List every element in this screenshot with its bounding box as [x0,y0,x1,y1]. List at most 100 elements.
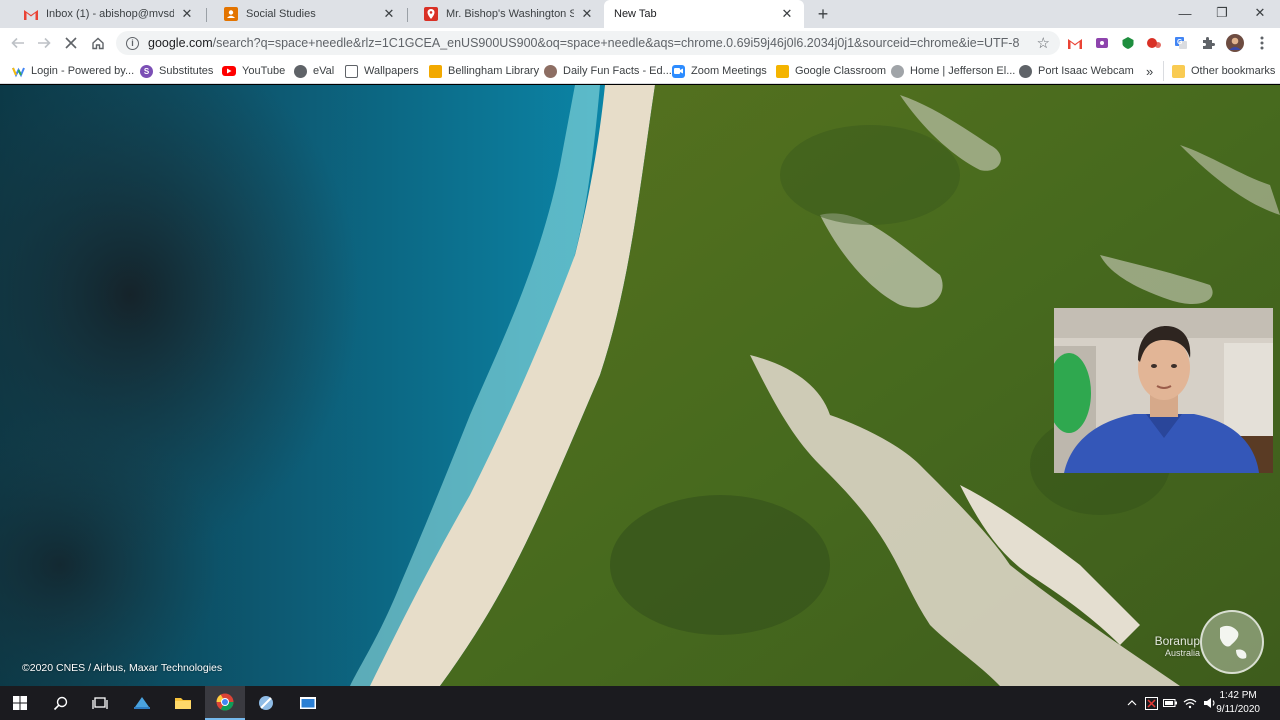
folder-icon [1172,64,1185,78]
task-view-button[interactable] [80,686,120,720]
bookmark-daily-fun-facts[interactable]: Daily Fun Facts - Ed... [544,63,672,79]
minimize-button[interactable]: — [1166,0,1204,26]
chrome-icon [216,693,234,711]
other-bookmarks-label: Other bookmarks [1191,65,1276,77]
url-text[interactable]: google.com/search?q=space+needle&rlz=1C1… [148,36,1060,50]
extension-green-icon[interactable] [1120,35,1136,51]
tab-washington-map[interactable]: Mr. Bishop's Washington State Map ✕ [408,0,604,28]
stop-button[interactable] [61,33,81,53]
address-bar[interactable]: i google.com/search?q=space+needle&rlz=1… [116,31,1060,55]
tab-close-icon[interactable]: ✕ [180,7,194,21]
globe-icon [294,64,307,78]
windows-icon [13,696,27,710]
school-icon [891,64,904,78]
bookmark-zoom-meetings[interactable]: Zoom Meetings [672,63,767,79]
new-tab-button[interactable]: + [813,4,833,24]
location-label[interactable]: Boranup Australia [1155,634,1200,658]
folder-icon [175,698,191,709]
gmail-extension-icon[interactable] [1067,35,1083,51]
browser-toolbar: i google.com/search?q=space+needle&rlz=1… [0,28,1280,58]
bookmark-label: Google Classroom [795,65,887,77]
bookmark-label: Zoom Meetings [691,65,767,77]
browser-menu-icon[interactable] [1254,35,1270,51]
maximize-button[interactable]: ❐ [1203,0,1241,26]
bookmark-bellingham-library[interactable]: Bellingham Library [429,63,539,79]
svg-text:G: G [1177,39,1183,46]
bookmark-label: Bellingham Library [448,65,540,77]
tab-close-icon[interactable]: ✕ [382,7,396,21]
tab-close-icon[interactable]: ✕ [780,7,794,21]
taskbar-app-window[interactable] [288,686,328,720]
zoom-icon [672,64,685,78]
youtube-icon [222,66,236,76]
taskbar-app-paint[interactable] [246,686,286,720]
tray-chevron-icon[interactable] [1124,695,1140,711]
globe-icon [1019,64,1032,78]
tab-title: Mr. Bishop's Washington State Map [446,8,574,20]
bookmarks-bar: Login - Powered by... S Substitutes YouT… [0,58,1280,84]
bookmark-port-isaac[interactable]: Port Isaac Webcam [1019,63,1134,79]
chrome-taskbar-button[interactable] [205,686,245,720]
window-icon [300,697,316,709]
search-icon [53,696,67,710]
tab-close-icon[interactable]: ✕ [580,7,594,21]
profile-avatar[interactable] [1226,34,1244,52]
bookmark-label: Login - Powered by... [31,65,135,77]
facts-icon [544,64,557,78]
bookmark-label: Home | Jefferson El... [910,65,1016,77]
location-name: Boranup [1154,634,1200,648]
tab-new-tab[interactable]: New Tab ✕ [604,0,804,28]
clock-date: 9/11/2020 [1216,704,1260,715]
bookmark-star-icon[interactable]: ☆ [1037,34,1050,52]
bookmark-youtube[interactable]: YouTube [222,63,285,79]
tab-gmail[interactable]: Inbox (1) - abishop@mvsd320.org ✕ [8,0,204,28]
back-button[interactable] [8,33,28,53]
other-bookmarks[interactable]: Other bookmarks [1172,63,1275,79]
arrow-left-icon [11,37,24,49]
webcam-overlay [1054,308,1273,473]
search-button[interactable] [40,686,80,720]
file-explorer-button[interactable] [163,686,203,720]
close-icon [65,37,77,49]
tab-title: New Tab [614,8,657,20]
tab-social-studies[interactable]: Social Studies ✕ [208,0,406,28]
url-path: /search?q=space+needle&rlz=1C1GCEA_enUS9… [212,36,1020,50]
forward-button[interactable] [34,33,54,53]
tab-title: Social Studies [246,8,316,20]
bookmark-label: Daily Fun Facts - Ed... [563,65,672,77]
extensions-puzzle-icon[interactable] [1200,35,1216,51]
close-window-button[interactable]: ✕ [1241,0,1279,26]
battery-icon[interactable] [1162,695,1178,711]
bookmarks-overflow-button[interactable]: » [1146,63,1153,79]
start-button[interactable] [0,686,40,720]
bookmark-substitutes[interactable]: S Substitutes [140,63,213,79]
google-icon [12,65,25,78]
classroom-icon [776,64,789,78]
tab-strip: Inbox (1) - abishop@mvsd320.org ✕ Social… [0,0,1280,28]
wifi-icon[interactable] [1182,695,1198,711]
translate-extension-icon[interactable]: G [1173,35,1189,51]
image-credit[interactable]: ©2020 CNES / Airbus, Maxar Technologies [22,662,222,674]
info-icon[interactable]: i [126,36,139,50]
bookmark-eval[interactable]: eVal [294,63,334,79]
bookmark-label: Port Isaac Webcam [1038,65,1134,77]
bookmark-label: YouTube [242,65,286,77]
bookmarks-divider [1163,61,1164,81]
bookmark-wallpapers[interactable]: Wallpapers [345,63,419,79]
bookmark-label: eVal [313,65,335,77]
paint-icon [259,696,273,710]
home-button[interactable] [88,33,108,53]
bookmark-login[interactable]: Login - Powered by... [12,63,134,79]
extension-purple-icon[interactable] [1094,35,1110,51]
tray-app-icon[interactable] [1143,695,1159,711]
taskbar-app-blue[interactable] [122,686,162,720]
substitutes-icon: S [140,64,153,78]
app-icon [134,697,150,709]
system-clock[interactable]: 1:42 PM 9/11/2020 [1216,689,1260,717]
tab-separator [206,8,207,22]
bookmark-google-classroom[interactable]: Google Classroom [776,63,886,79]
library-icon [429,64,442,78]
globe-icon[interactable] [1200,610,1264,674]
bookmark-jefferson[interactable]: Home | Jefferson El... [891,63,1015,79]
extension-record-icon[interactable] [1146,35,1162,51]
